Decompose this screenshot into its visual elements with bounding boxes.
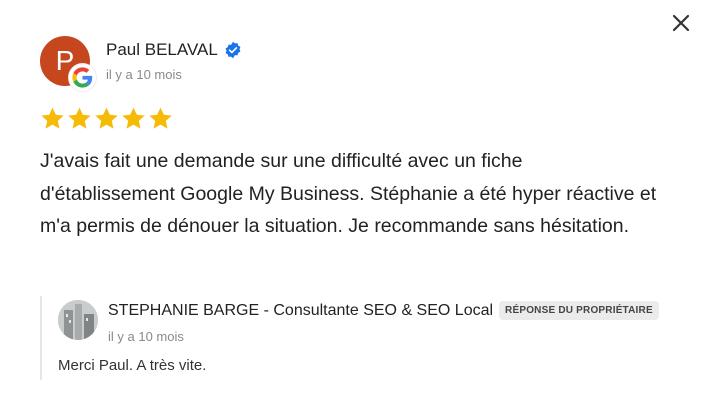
google-icon xyxy=(69,64,96,91)
close-button[interactable] xyxy=(668,10,694,36)
close-icon xyxy=(672,14,690,32)
review-text: J'avais fait une demande sur une difficu… xyxy=(40,150,657,237)
reply-author[interactable]: STEPHANIE BARGE - Consultante SEO & SEO … xyxy=(108,302,493,320)
rating-stars xyxy=(40,106,173,131)
star-icon xyxy=(95,107,118,129)
author-line: Paul BELAVAL xyxy=(106,40,242,60)
owner-reply-badge: RÉPONSE DU PROPRIÉTAIRE xyxy=(499,301,659,320)
star-icon xyxy=(68,107,91,129)
author-name[interactable]: Paul BELAVAL xyxy=(106,40,218,60)
review-time: il y a 10 mois xyxy=(106,67,182,82)
reply-time: il y a 10 mois xyxy=(108,329,184,344)
star-icon xyxy=(122,107,145,129)
star-icon xyxy=(149,107,172,129)
reply-text: Merci Paul. A très vite. xyxy=(58,357,207,374)
reply-author-line: STEPHANIE BARGE - Consultante SEO & SEO … xyxy=(108,301,659,320)
star-icon xyxy=(41,107,64,129)
verified-icon xyxy=(224,41,242,59)
owner-reply: STEPHANIE BARGE - Consultante SEO & SEO … xyxy=(40,296,680,380)
owner-avatar[interactable] xyxy=(58,300,98,340)
